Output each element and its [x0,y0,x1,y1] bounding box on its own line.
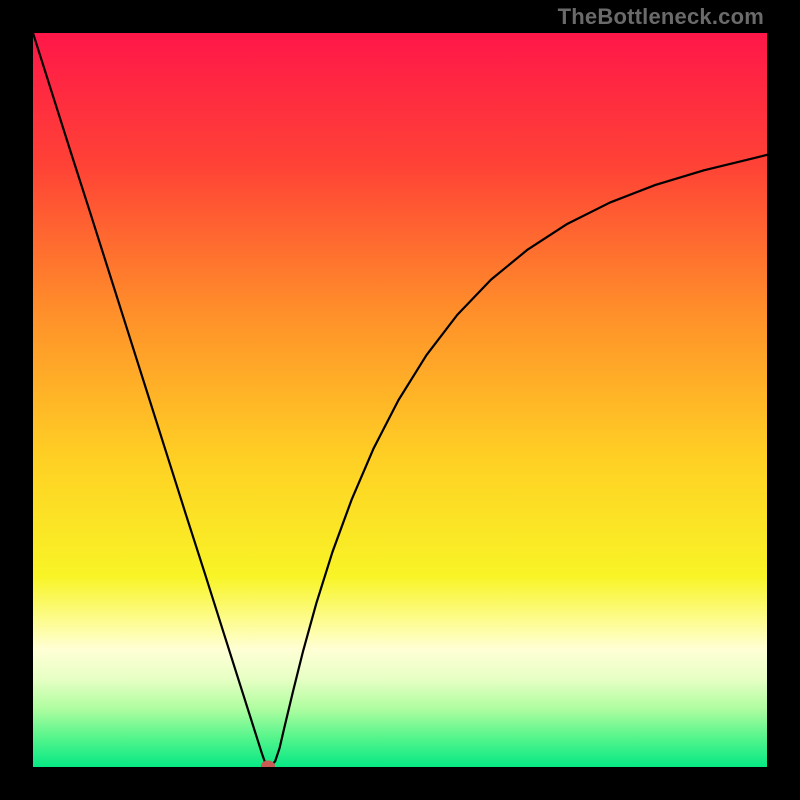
chart-frame: TheBottleneck.com [0,0,800,800]
curve-layer [33,33,767,767]
bottleneck-curve [33,33,767,766]
minimum-marker [261,760,275,767]
plot-area [33,33,767,767]
watermark-text: TheBottleneck.com [558,4,764,30]
